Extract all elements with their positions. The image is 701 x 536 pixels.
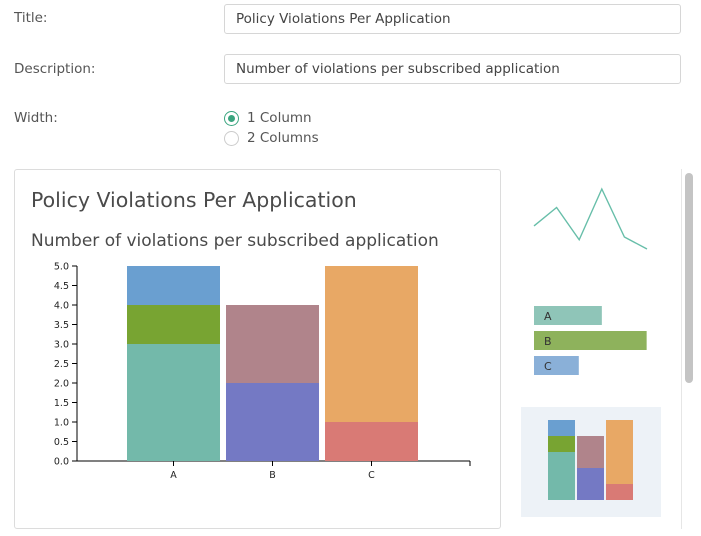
hbar-thumb-label: C [544, 360, 552, 373]
y-tick-label: 2.5 [54, 359, 69, 370]
stacked-thumb-segment [577, 468, 604, 500]
bar-segment-c-1 [325, 266, 418, 422]
y-tick-label: 4.5 [54, 281, 69, 292]
hbar-thumb-label: B [544, 335, 552, 348]
x-tick-label: C [368, 470, 375, 481]
stacked-bar-chart-icon[interactable] [521, 407, 661, 517]
radio-button-selected[interactable] [224, 110, 239, 126]
y-tick-label: 2.0 [54, 379, 69, 390]
y-tick-label: 1.0 [54, 418, 69, 429]
line-thumb-bg [521, 177, 661, 267]
width-option-label: 2 Columns [247, 130, 319, 146]
x-tick-label: A [170, 470, 177, 481]
bar-segment-b-1 [226, 305, 319, 383]
gallery-scrollbar[interactable] [681, 169, 695, 529]
stacked-thumb-segment [548, 436, 575, 452]
x-tick-label: B [269, 470, 276, 481]
width-option-label: 1 Column [247, 110, 312, 126]
y-tick-label: 1.5 [54, 398, 69, 409]
stacked-thumb-segment [577, 436, 604, 468]
y-tick-label: 3.0 [54, 340, 69, 351]
stacked-thumb-segment [548, 420, 575, 436]
width-option-2-columns[interactable]: 2 Columns [224, 130, 319, 146]
y-tick-label: 0.0 [54, 457, 69, 468]
chart-preview-panel: Policy Violations Per Application Number… [14, 169, 501, 529]
y-tick-label: 3.5 [54, 320, 69, 331]
chart-type-gallery: ABC [513, 169, 673, 531]
y-tick-label: 0.5 [54, 437, 69, 448]
bar-segment-a-0 [127, 344, 220, 461]
width-option-1-column[interactable]: 1 Column [224, 110, 312, 126]
hbar-thumb-label: A [544, 310, 552, 323]
chart-type-gallery-svg: ABC [521, 177, 661, 517]
chart-subtitle: Number of violations per subscribed appl… [31, 231, 439, 251]
width-label: Width: [14, 110, 58, 126]
line-chart-icon[interactable] [521, 177, 661, 267]
stacked-thumb-segment [606, 484, 633, 500]
radio-button[interactable] [224, 130, 239, 146]
y-tick-label: 4.0 [54, 301, 69, 312]
bar-segment-a-2 [127, 266, 220, 305]
bar-segment-c-0 [325, 422, 418, 461]
stacked-bar-chart: 0.0 0.5 1.0 1.5 2.0 2.5 3.0 3.5 4.0 4.5 5.0 A B C [54, 262, 471, 481]
bar-segment-b-0 [226, 383, 319, 461]
hbar-thumb-bar [534, 356, 579, 375]
stacked-thumb-segment [548, 452, 575, 500]
scrollbar-thumb[interactable] [685, 173, 693, 383]
bar-segment-a-1 [127, 305, 220, 344]
chart-title: Policy Violations Per Application [31, 188, 357, 212]
stacked-thumb-segment [606, 420, 633, 484]
description-input[interactable] [224, 54, 681, 84]
description-label: Description: [14, 61, 96, 77]
horizontal-bar-chart-icon[interactable]: ABC [534, 306, 647, 375]
title-input[interactable] [224, 4, 681, 34]
title-label: Title: [14, 10, 48, 26]
y-tick-label: 5.0 [54, 262, 69, 273]
